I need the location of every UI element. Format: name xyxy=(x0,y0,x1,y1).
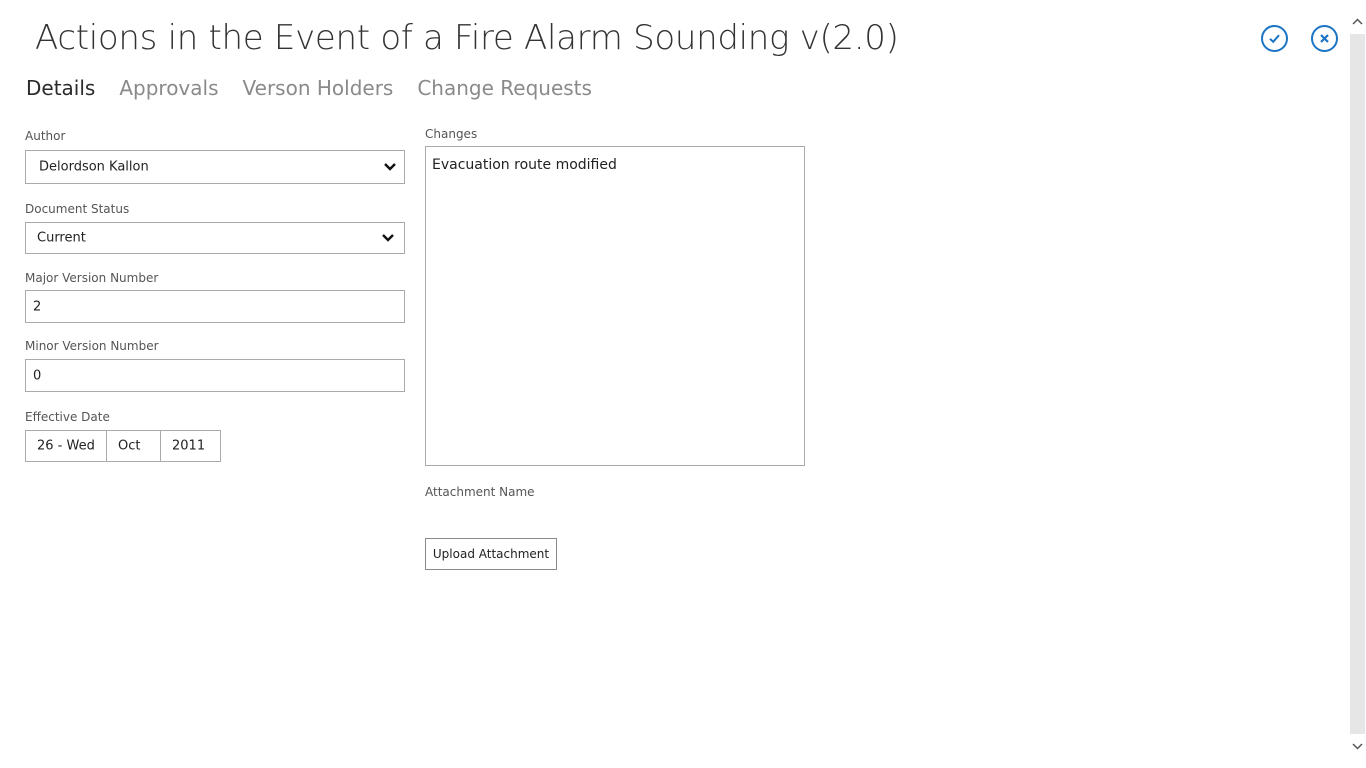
tab-details[interactable]: Details xyxy=(26,76,95,100)
changes-label: Changes xyxy=(425,127,478,141)
tab-change-requests[interactable]: Change Requests xyxy=(417,76,592,100)
minor-version-value: 0 xyxy=(33,368,42,383)
minor-version-label: Minor Version Number xyxy=(25,339,159,353)
changes-textarea[interactable]: Evacuation route modified xyxy=(425,146,805,466)
page-title: Actions in the Event of a Fire Alarm Sou… xyxy=(35,18,899,58)
date-month-select[interactable]: Oct xyxy=(106,430,161,462)
date-year-select[interactable]: 2011 xyxy=(160,430,221,462)
author-select[interactable]: Delordson Kallon xyxy=(25,150,405,184)
chevron-down-icon xyxy=(384,163,396,171)
changes-value: Evacuation route modified xyxy=(432,157,617,173)
scroll-down-arrow[interactable] xyxy=(1350,739,1365,753)
document-status-select[interactable]: Current xyxy=(25,222,405,254)
chevron-down-icon xyxy=(1352,742,1363,750)
date-day-value: 26 - Wed xyxy=(37,438,95,454)
minor-version-input[interactable]: 0 xyxy=(25,359,405,392)
check-icon xyxy=(1269,34,1280,44)
author-label: Author xyxy=(25,129,66,143)
date-year-value: 2011 xyxy=(172,438,206,454)
author-value: Delordson Kallon xyxy=(39,159,149,175)
close-icon xyxy=(1320,34,1329,43)
document-status-label: Document Status xyxy=(25,202,130,216)
scroll-up-arrow[interactable] xyxy=(1350,14,1365,28)
document-status-value: Current xyxy=(37,230,86,246)
tab-bar: Details Approvals Verson Holders Change … xyxy=(26,76,592,100)
major-version-value: 2 xyxy=(33,299,42,314)
date-month-value: Oct xyxy=(118,438,141,454)
confirm-button[interactable] xyxy=(1261,25,1288,52)
chevron-up-icon xyxy=(1352,17,1363,25)
scrollbar-track[interactable] xyxy=(1350,34,1365,734)
tab-approvals[interactable]: Approvals xyxy=(119,76,218,100)
major-version-label: Major Version Number xyxy=(25,271,159,285)
close-button[interactable] xyxy=(1311,25,1338,52)
attachment-name-label: Attachment Name xyxy=(425,485,535,499)
effective-date-label: Effective Date xyxy=(25,410,110,424)
major-version-input[interactable]: 2 xyxy=(25,290,405,323)
date-day-select[interactable]: 26 - Wed xyxy=(25,430,107,462)
chevron-down-icon xyxy=(382,234,394,242)
upload-attachment-button[interactable]: Upload Attachment xyxy=(425,538,557,570)
tab-verson-holders[interactable]: Verson Holders xyxy=(243,76,394,100)
